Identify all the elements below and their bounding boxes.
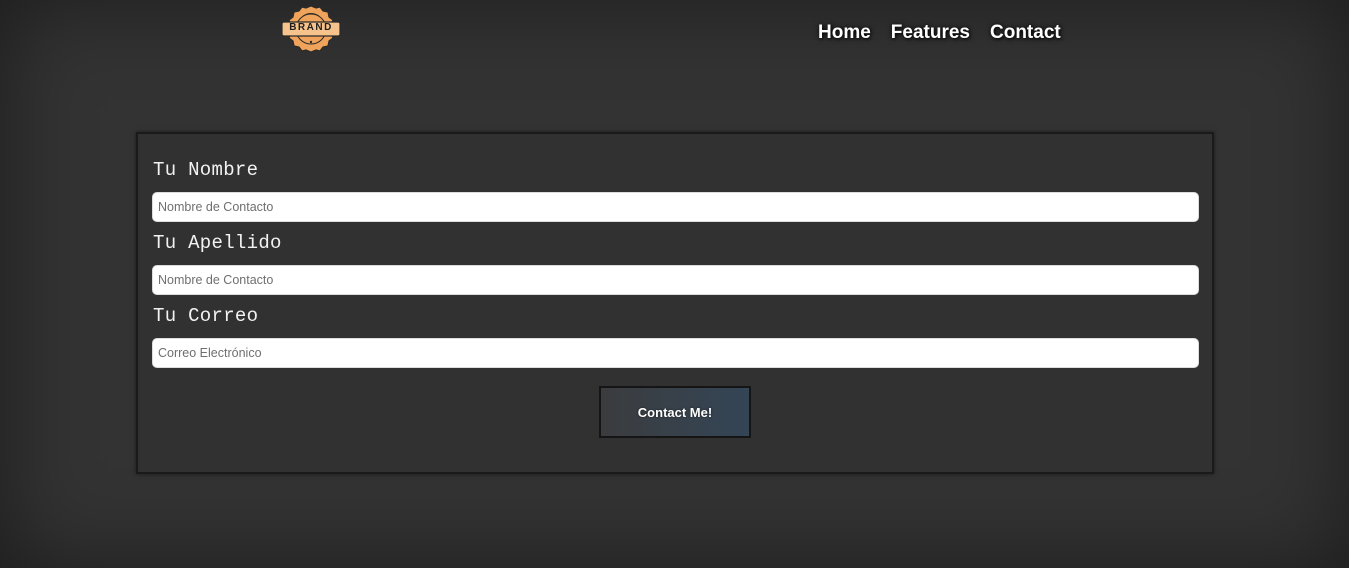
nav-home-link[interactable]: Home — [818, 22, 871, 44]
contact-form: Tu Nombre Tu Apellido Tu Correo Contact … — [136, 132, 1214, 474]
main-nav: Home Features Contact — [818, 22, 1061, 44]
last-name-label: Tu Apellido — [153, 232, 282, 254]
logo-text: BRAND — [289, 22, 333, 33]
contact-me-button[interactable]: Contact Me! — [599, 386, 751, 438]
first-name-input[interactable] — [152, 192, 1199, 222]
first-name-label: Tu Nombre — [153, 159, 259, 181]
email-label: Tu Correo — [153, 305, 259, 327]
logo[interactable]: BRAND — [281, 4, 341, 54]
nav-features-link[interactable]: Features — [891, 22, 970, 44]
last-name-input[interactable] — [152, 265, 1199, 295]
email-input[interactable] — [152, 338, 1199, 368]
nav-contact-link[interactable]: Contact — [990, 22, 1061, 44]
